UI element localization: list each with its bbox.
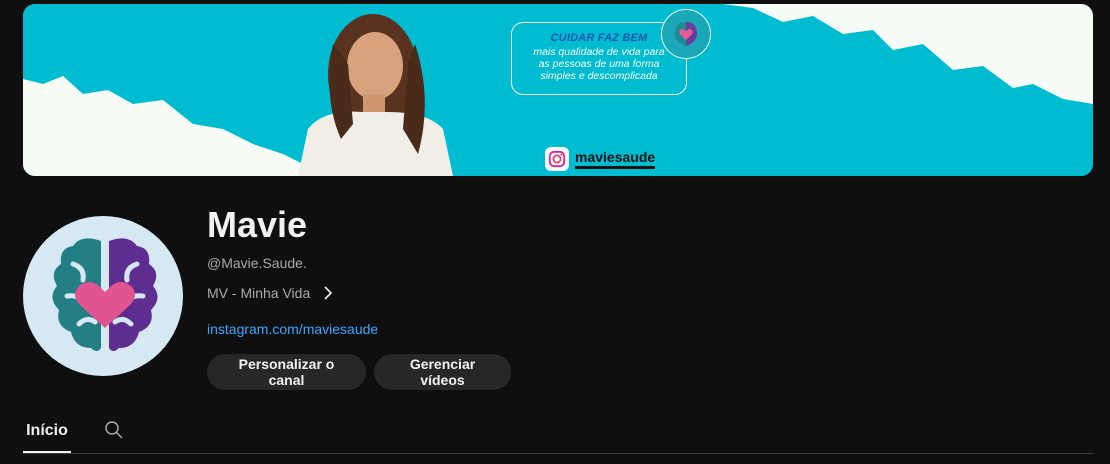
channel-description: MV - Minha Vida (207, 285, 311, 301)
channel-name: Mavie (207, 204, 308, 245)
brand-seal-icon (661, 9, 711, 59)
channel-about-link[interactable]: MV - Minha Vida (207, 285, 336, 301)
banner-tagline-line: as pessoas de uma forma (538, 58, 660, 70)
channel-handle: @Mavie.Saude. (207, 255, 307, 271)
customize-channel-button[interactable]: Personalizar o canal (207, 354, 366, 390)
banner-tagline-line: simples e descomplicada (540, 70, 658, 82)
instagram-icon (545, 147, 569, 171)
tabs-divider (23, 453, 1093, 454)
banner-instagram-handle: maviesaude (545, 146, 656, 172)
chevron-right-icon (324, 286, 333, 300)
banner-tagline-line: mais qualidade de vida para (533, 46, 665, 58)
brain-heart-logo-icon (52, 238, 158, 351)
banner-tagline-title: CUIDAR FAZ BEM (550, 32, 648, 44)
banner-instagram-name: maviesaude (575, 150, 656, 169)
channel-banner: CUIDAR FAZ BEM mais qualidade de vida pa… (23, 4, 1093, 176)
search-icon[interactable] (104, 420, 124, 440)
channel-avatar[interactable] (23, 216, 183, 376)
manage-videos-button[interactable]: Gerenciar vídeos (374, 354, 511, 390)
tab-home[interactable]: Início (23, 412, 71, 453)
channel-external-link[interactable]: instagram.com/maviesaude (207, 321, 378, 337)
